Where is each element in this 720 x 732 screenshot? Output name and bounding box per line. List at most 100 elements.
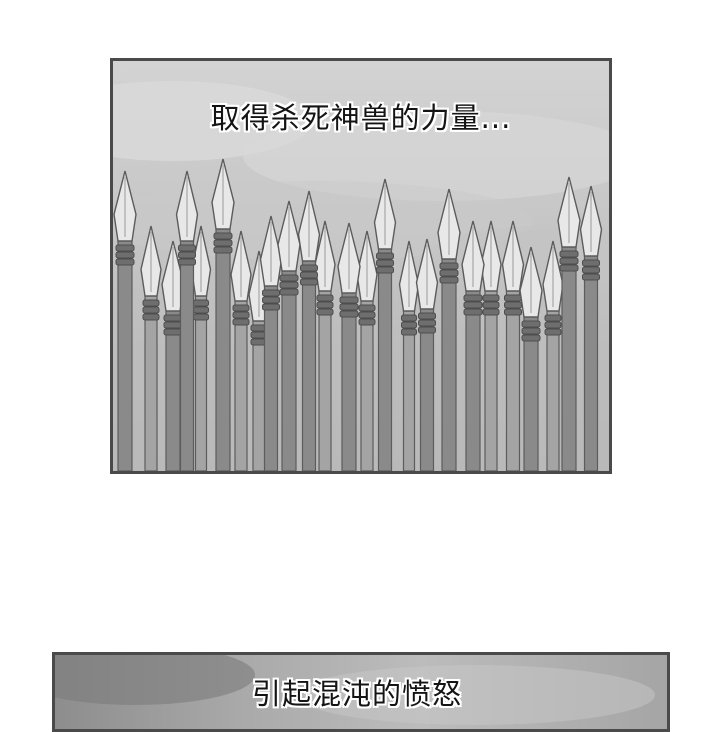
spear-shaft — [263, 285, 279, 471]
spear-shaft — [301, 260, 317, 471]
spear — [140, 225, 162, 471]
spear-binding — [439, 276, 459, 284]
spear-binding — [115, 244, 135, 252]
spear-binding — [142, 313, 160, 321]
spear-shaft — [281, 270, 297, 471]
spear-binding — [232, 318, 250, 326]
spear — [519, 246, 543, 471]
spear-binding — [439, 262, 459, 270]
spear-binding — [418, 312, 436, 320]
spear-binding — [316, 294, 334, 302]
spear-shaft — [144, 295, 158, 471]
spear — [337, 222, 361, 471]
spear-binding — [376, 266, 394, 274]
spear-binding — [232, 311, 250, 319]
spear-binding — [482, 308, 500, 316]
spear-binding — [339, 310, 359, 318]
spear — [579, 185, 603, 471]
spear-binding — [358, 311, 376, 319]
spear-binding — [193, 306, 209, 314]
spear-binding — [300, 271, 318, 279]
spear-binding — [559, 257, 579, 265]
spear-binding — [358, 304, 376, 312]
spear — [277, 200, 301, 471]
spear-shaft — [441, 258, 457, 471]
spear-binding — [504, 308, 522, 316]
spear-binding — [582, 273, 600, 281]
spear-binding — [193, 299, 209, 307]
spear-binding — [193, 313, 209, 321]
spear-binding — [418, 326, 436, 334]
spear-binding — [544, 314, 562, 322]
spear-binding — [482, 294, 500, 302]
spear-binding — [279, 274, 299, 282]
spear-binding — [213, 239, 233, 247]
spear-binding — [163, 328, 183, 336]
spear-binding — [376, 259, 394, 267]
spear-shaft — [377, 248, 393, 471]
spear-binding — [213, 246, 233, 254]
spear-binding — [262, 296, 280, 304]
spear-binding — [142, 306, 160, 314]
spear — [314, 220, 336, 471]
spear-binding — [316, 308, 334, 316]
spear — [297, 190, 321, 471]
spear-binding — [115, 258, 135, 266]
spear-binding — [463, 294, 483, 302]
spear — [373, 178, 397, 471]
spear-shaft — [234, 300, 248, 471]
spear-binding — [463, 308, 483, 316]
panel-2-caption: 引起混沌的愤怒 — [251, 677, 462, 711]
spear-binding — [504, 294, 522, 302]
spear — [398, 240, 420, 471]
spear-binding — [178, 251, 196, 259]
spear-binding — [559, 264, 579, 272]
spear-binding — [463, 301, 483, 309]
spear-shaft — [318, 290, 332, 471]
comic-panel-1: 取得杀死神兽的力量... — [110, 58, 612, 474]
spear-shaft — [194, 295, 208, 471]
comic-panel-2: 引起混沌的愤怒 — [52, 652, 670, 732]
spear — [461, 220, 485, 471]
spear-binding — [504, 301, 522, 309]
spear-binding — [521, 334, 541, 342]
spear-binding — [262, 289, 280, 297]
spear-binding — [401, 314, 417, 322]
spear-shaft — [117, 240, 133, 471]
spear-binding — [521, 320, 541, 328]
spear-binding — [544, 328, 562, 336]
spear-binding — [582, 259, 600, 267]
spear-binding — [279, 288, 299, 296]
spear-binding — [544, 321, 562, 329]
spear — [211, 158, 235, 471]
spear-binding — [339, 296, 359, 304]
spear-binding — [300, 264, 318, 272]
spear-binding — [279, 281, 299, 289]
spear — [501, 220, 525, 471]
spear-binding — [142, 299, 160, 307]
spear — [437, 188, 461, 471]
spear-shaft — [179, 240, 195, 471]
spear-binding — [376, 252, 394, 260]
spear-binding — [439, 269, 459, 277]
spear-binding — [163, 321, 183, 329]
spear-shaft — [583, 255, 599, 471]
spear-shaft — [561, 246, 577, 471]
spear-shaft — [484, 290, 498, 471]
spear-shaft — [505, 290, 521, 471]
spear-binding — [262, 303, 280, 311]
spear-binding — [418, 319, 436, 327]
spear-binding — [401, 328, 417, 336]
panel-1-caption: 取得杀死神兽的力量... — [210, 101, 512, 135]
spear-binding — [163, 314, 183, 322]
spear-binding — [213, 232, 233, 240]
spear-binding — [300, 278, 318, 286]
spear-binding — [521, 327, 541, 335]
spear — [542, 240, 564, 471]
spear-binding — [178, 244, 196, 252]
spear — [415, 238, 439, 471]
spear-shaft — [215, 228, 231, 471]
spear-binding — [358, 318, 376, 326]
spear-binding — [401, 321, 417, 329]
spear-binding — [232, 304, 250, 312]
